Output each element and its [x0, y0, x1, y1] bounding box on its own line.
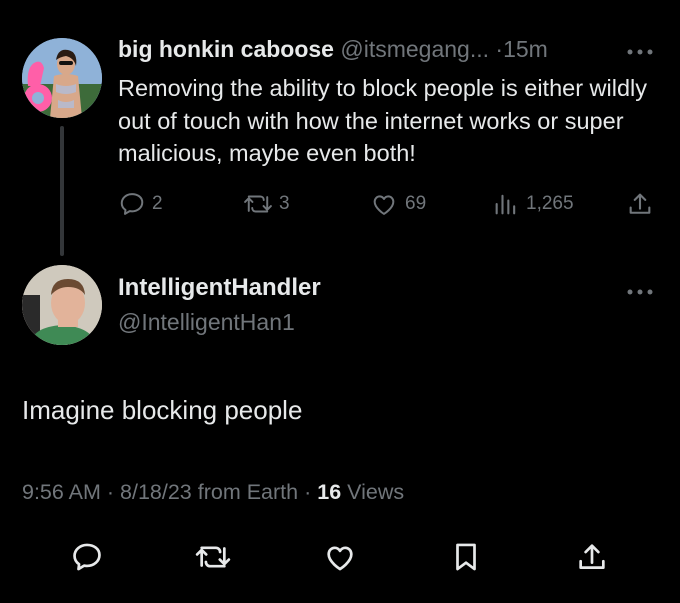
- parent-author-handle[interactable]: @itsmegang...: [340, 36, 489, 62]
- heart-icon: [373, 195, 395, 215]
- heart-icon: [327, 546, 353, 571]
- share-icon: [629, 193, 651, 214]
- like-count: 69: [405, 193, 427, 214]
- parent-header: big honkin caboose @itsmegang... ·15m: [118, 34, 658, 64]
- avatar-photo-icon: [22, 38, 102, 118]
- like-button[interactable]: [322, 540, 358, 574]
- reply-author-handle[interactable]: @IntelligentHan1: [118, 309, 295, 336]
- views-count-parent: 1,265: [526, 193, 574, 214]
- share-action[interactable]: [626, 190, 654, 218]
- parent-author-name[interactable]: big honkin caboose: [118, 36, 334, 62]
- retweet-action[interactable]: 3: [243, 190, 290, 218]
- reply-more-icon[interactable]: [626, 284, 654, 296]
- retweet-button[interactable]: [194, 540, 232, 574]
- parent-tweet-text: Removing the ability to block people is …: [118, 75, 648, 166]
- reply-action[interactable]: 2: [118, 190, 163, 218]
- meta-separator: ·: [106, 480, 115, 504]
- reply-author-name[interactable]: IntelligentHandler: [118, 274, 321, 302]
- parent-author-avatar[interactable]: [22, 38, 102, 118]
- reply-icon: [73, 543, 101, 571]
- parent-more-icon[interactable]: [626, 44, 654, 56]
- parent-timestamp[interactable]: 15m: [503, 36, 548, 62]
- reply-button[interactable]: [70, 540, 104, 574]
- thread-connector-line: [60, 126, 64, 256]
- reply-meta: 9:56 AM · 8/18/23 from Earth · 16 Views: [22, 480, 404, 505]
- meta-separator: ·: [304, 480, 312, 504]
- reply-views-label: Views: [347, 480, 405, 504]
- bookmark-button[interactable]: [449, 540, 483, 574]
- views-action[interactable]: 1,265: [492, 190, 574, 218]
- bookmark-icon: [456, 543, 476, 571]
- like-action[interactable]: 69: [369, 190, 426, 218]
- reply-time[interactable]: 9:56 AM: [22, 480, 101, 504]
- views-chart-icon: [495, 194, 516, 215]
- reply-views-count[interactable]: 16: [317, 480, 341, 504]
- reply-date-source: 8/18/23 from Earth: [120, 480, 299, 504]
- retweet-icon: [195, 546, 231, 568]
- reply-author-avatar[interactable]: [22, 265, 102, 345]
- avatar-photo-icon: [22, 265, 102, 345]
- reply-tweet-text: Imagine blocking people: [22, 395, 303, 425]
- share-icon: [579, 544, 605, 569]
- retweet-count: 3: [279, 193, 290, 214]
- reply-count: 2: [152, 193, 163, 214]
- reply-icon: [120, 193, 144, 215]
- header-separator: ·: [495, 36, 504, 62]
- share-button[interactable]: [575, 540, 609, 574]
- retweet-icon: [244, 195, 272, 213]
